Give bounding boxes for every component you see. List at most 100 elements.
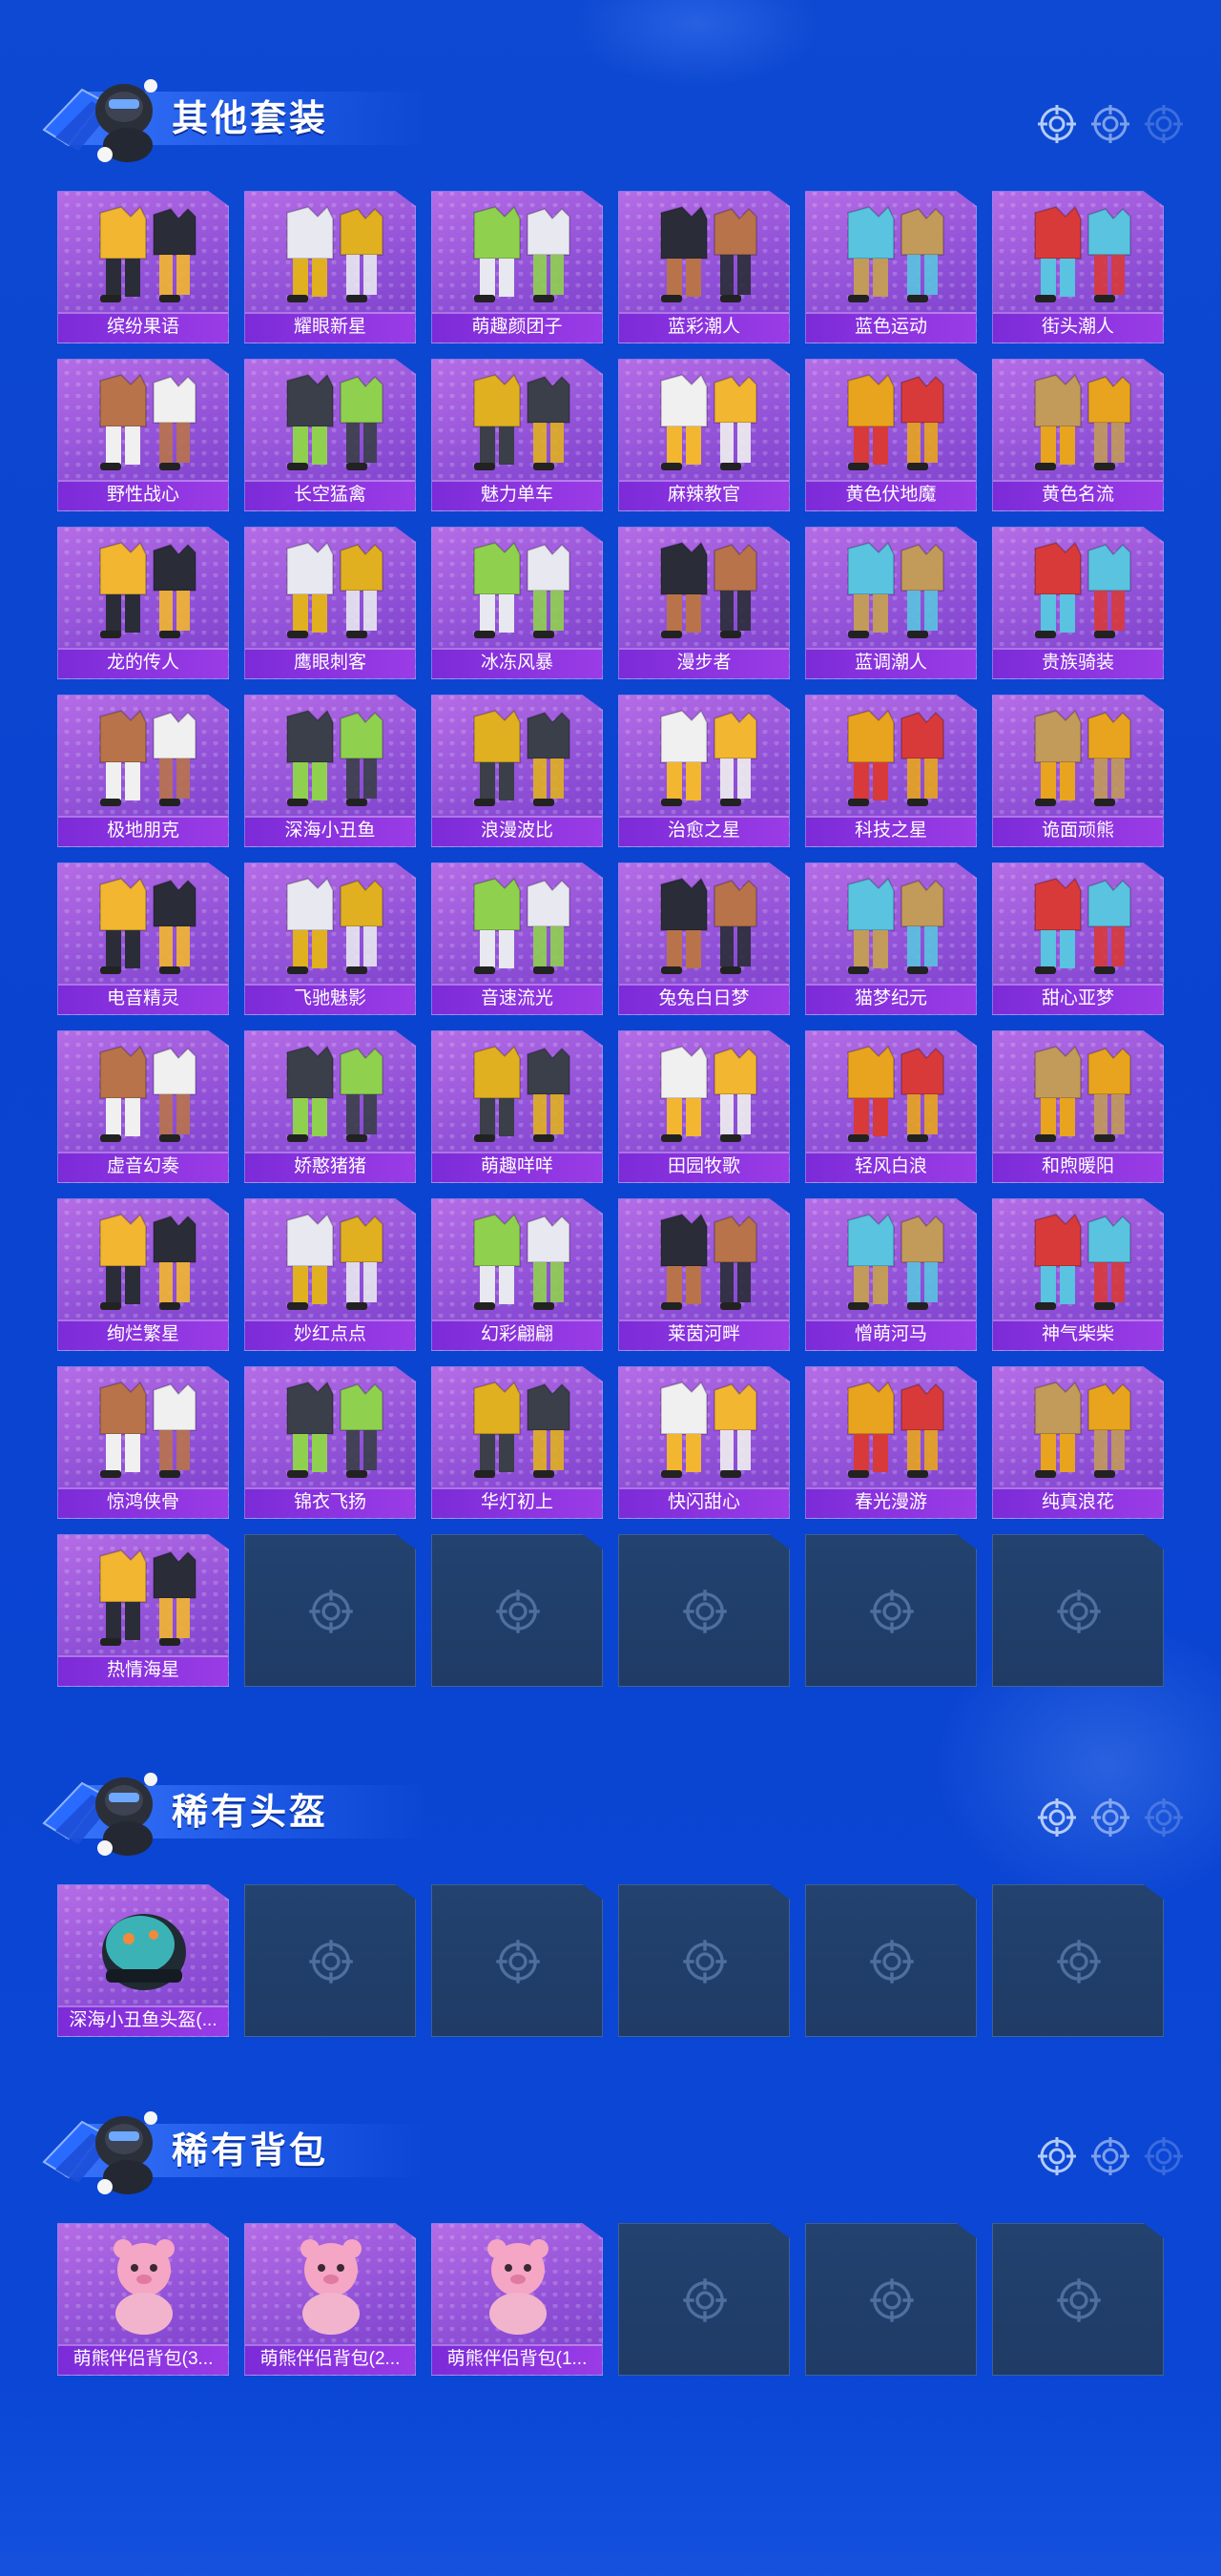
item-card[interactable]: 蓝色运动 (805, 191, 977, 343)
item-label: 音速流光 (432, 984, 602, 1014)
item-label: 妙红点点 (245, 1319, 415, 1350)
item-card[interactable]: 甜心亚梦 (992, 862, 1164, 1015)
item-card[interactable]: 贵族骑装 (992, 527, 1164, 679)
item-label: 娇憨猪猪 (245, 1152, 415, 1182)
item-card[interactable]: 和煦暖阳 (992, 1030, 1164, 1183)
item-card[interactable]: 蓝彩潮人 (618, 191, 790, 343)
item-label: 浪漫波比 (432, 816, 602, 846)
empty-slot (618, 2223, 790, 2376)
item-card[interactable]: 麻辣教官 (618, 359, 790, 511)
mascot-icon (36, 63, 179, 168)
item-card[interactable]: 猫梦纪元 (805, 862, 977, 1015)
item-card[interactable]: 莱茵河畔 (618, 1198, 790, 1351)
item-card[interactable]: 华灯初上 (431, 1366, 603, 1519)
item-card[interactable]: 田园牧歌 (618, 1030, 790, 1183)
item-label: 冰冻风暴 (432, 648, 602, 678)
item-image (286, 205, 383, 302)
item-label: 猫梦纪元 (806, 984, 976, 1014)
item-card[interactable]: 神气柴柴 (992, 1198, 1164, 1351)
item-card[interactable]: 憎萌河马 (805, 1198, 977, 1351)
item-card[interactable]: 黄色伏地魔 (805, 359, 977, 511)
item-card[interactable]: 深海小丑鱼头盔(... (57, 1884, 229, 2037)
item-card[interactable]: 长空猛禽 (244, 359, 416, 511)
item-image (473, 1045, 570, 1142)
item-card[interactable]: 音速流光 (431, 862, 603, 1015)
item-image (1034, 541, 1131, 638)
item-label: 幻彩翩翩 (432, 1319, 602, 1350)
item-card[interactable]: 治愈之星 (618, 695, 790, 847)
empty-slot (431, 1884, 603, 2037)
item-card[interactable]: 野性战心 (57, 359, 229, 511)
item-card[interactable]: 萌熊伴侣背包(3... (57, 2223, 229, 2376)
item-label: 黄色伏地魔 (806, 480, 976, 510)
item-image (847, 877, 944, 974)
item-card[interactable]: 娇憨猪猪 (244, 1030, 416, 1183)
item-label: 神气柴柴 (993, 1319, 1163, 1350)
empty-slot (992, 1534, 1164, 1687)
item-card[interactable]: 热情海星 (57, 1534, 229, 1687)
item-label: 魅力单车 (432, 480, 602, 510)
item-card[interactable]: 鹰眼刺客 (244, 527, 416, 679)
crosshair-icon (1055, 1588, 1103, 1635)
section-target-decor (1036, 103, 1189, 145)
item-card[interactable]: 龙的传人 (57, 527, 229, 679)
item-card[interactable]: 浪漫波比 (431, 695, 603, 847)
empty-slot (618, 1884, 790, 2037)
item-card[interactable]: 兔兔白日梦 (618, 862, 790, 1015)
background-bottom-glow (0, 2385, 1221, 2576)
item-label: 深海小丑鱼头盔(... (58, 2005, 228, 2036)
item-image (1034, 373, 1131, 470)
item-card[interactable]: 耀眼新星 (244, 191, 416, 343)
item-image (102, 1914, 186, 1990)
item-image (99, 709, 197, 806)
crosshair-icon (1143, 2135, 1185, 2177)
item-label: 萌熊伴侣背包(1... (432, 2344, 602, 2375)
item-card[interactable]: 诡面顽熊 (992, 695, 1164, 847)
crosshair-icon (1089, 1797, 1131, 1839)
crosshair-icon (681, 1938, 729, 1985)
item-card[interactable]: 萌趣颜团子 (431, 191, 603, 343)
item-card[interactable]: 纯真浪花 (992, 1366, 1164, 1519)
item-card[interactable]: 萌趣咩咩 (431, 1030, 603, 1183)
item-card[interactable]: 缤纷果语 (57, 191, 229, 343)
item-card[interactable]: 黄色名流 (992, 359, 1164, 511)
item-card[interactable]: 虚音幻奏 (57, 1030, 229, 1183)
item-card[interactable]: 萌熊伴侣背包(1... (431, 2223, 603, 2376)
item-label: 街头潮人 (993, 312, 1163, 343)
item-card[interactable]: 街头潮人 (992, 191, 1164, 343)
item-card[interactable]: 惊鸿侠骨 (57, 1366, 229, 1519)
item-card[interactable]: 深海小丑鱼 (244, 695, 416, 847)
item-card[interactable]: 极地朋克 (57, 695, 229, 847)
item-card[interactable]: 绚烂繁星 (57, 1198, 229, 1351)
item-label: 麻辣教官 (619, 480, 789, 510)
item-card[interactable]: 漫步者 (618, 527, 790, 679)
item-card[interactable]: 电音精灵 (57, 862, 229, 1015)
item-label: 萌熊伴侣背包(2... (245, 2344, 415, 2375)
item-label: 萌趣颜团子 (432, 312, 602, 343)
item-card[interactable]: 蓝调潮人 (805, 527, 977, 679)
item-label: 萌熊伴侣背包(3... (58, 2344, 228, 2375)
item-image (847, 1213, 944, 1310)
item-image (99, 1548, 197, 1646)
item-label: 兔兔白日梦 (619, 984, 789, 1014)
empty-slot (992, 2223, 1164, 2376)
item-card[interactable]: 冰冻风暴 (431, 527, 603, 679)
item-card[interactable]: 幻彩翩翩 (431, 1198, 603, 1351)
item-label: 甜心亚梦 (993, 984, 1163, 1014)
item-card[interactable]: 妙红点点 (244, 1198, 416, 1351)
empty-slot (805, 1884, 977, 2037)
item-label: 耀眼新星 (245, 312, 415, 343)
item-image (473, 541, 570, 638)
item-card[interactable]: 飞驰魅影 (244, 862, 416, 1015)
item-card[interactable]: 萌熊伴侣背包(2... (244, 2223, 416, 2376)
section-title: 稀有背包 (172, 2131, 329, 2171)
item-card[interactable]: 轻风白浪 (805, 1030, 977, 1183)
item-card[interactable]: 快闪甜心 (618, 1366, 790, 1519)
item-image (1034, 709, 1131, 806)
item-card[interactable]: 锦衣飞扬 (244, 1366, 416, 1519)
item-card[interactable]: 科技之星 (805, 695, 977, 847)
item-label: 蓝色运动 (806, 312, 976, 343)
item-card[interactable]: 魅力单车 (431, 359, 603, 511)
item-card[interactable]: 春光漫游 (805, 1366, 977, 1519)
item-image (286, 709, 383, 806)
